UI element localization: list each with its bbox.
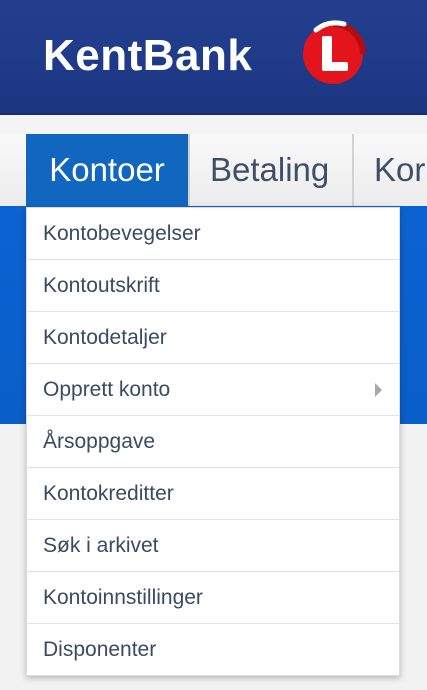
menu-item-kontobevegelser[interactable]: Kontobevegelser [27, 208, 399, 260]
brand-logo-text[interactable]: KentBank [43, 28, 252, 84]
header: KentBank [0, 0, 427, 115]
menu-item-kontodetaljer[interactable]: Kontodetaljer [27, 312, 399, 364]
menu-item-kontoutskrift[interactable]: Kontoutskrift [27, 260, 399, 312]
menu-item-opprett-konto[interactable]: Opprett konto [27, 364, 399, 416]
menu-item-label: Opprett konto [43, 378, 171, 401]
menu-item-arsoppgave[interactable]: Årsoppgave [27, 416, 399, 468]
bank-logo-icon[interactable] [298, 16, 368, 86]
nav-divider [188, 134, 190, 206]
nav-divider [352, 134, 354, 206]
kontoer-dropdown-menu: Kontobevegelser Kontoutskrift Kontodetal… [26, 207, 400, 676]
menu-item-sok-i-arkivet[interactable]: Søk i arkivet [27, 520, 399, 572]
tab-kontoer[interactable]: Kontoer [26, 134, 188, 206]
menu-item-kontoinnstillinger[interactable]: Kontoinnstillinger [27, 572, 399, 624]
tab-kor[interactable]: Kor [374, 134, 425, 206]
header-gap [0, 115, 427, 134]
menu-item-kontokreditter[interactable]: Kontokreditter [27, 468, 399, 520]
menu-item-disponenter[interactable]: Disponenter [27, 624, 399, 676]
tab-betaling[interactable]: Betaling [210, 134, 329, 206]
chevron-right-icon [375, 383, 382, 397]
